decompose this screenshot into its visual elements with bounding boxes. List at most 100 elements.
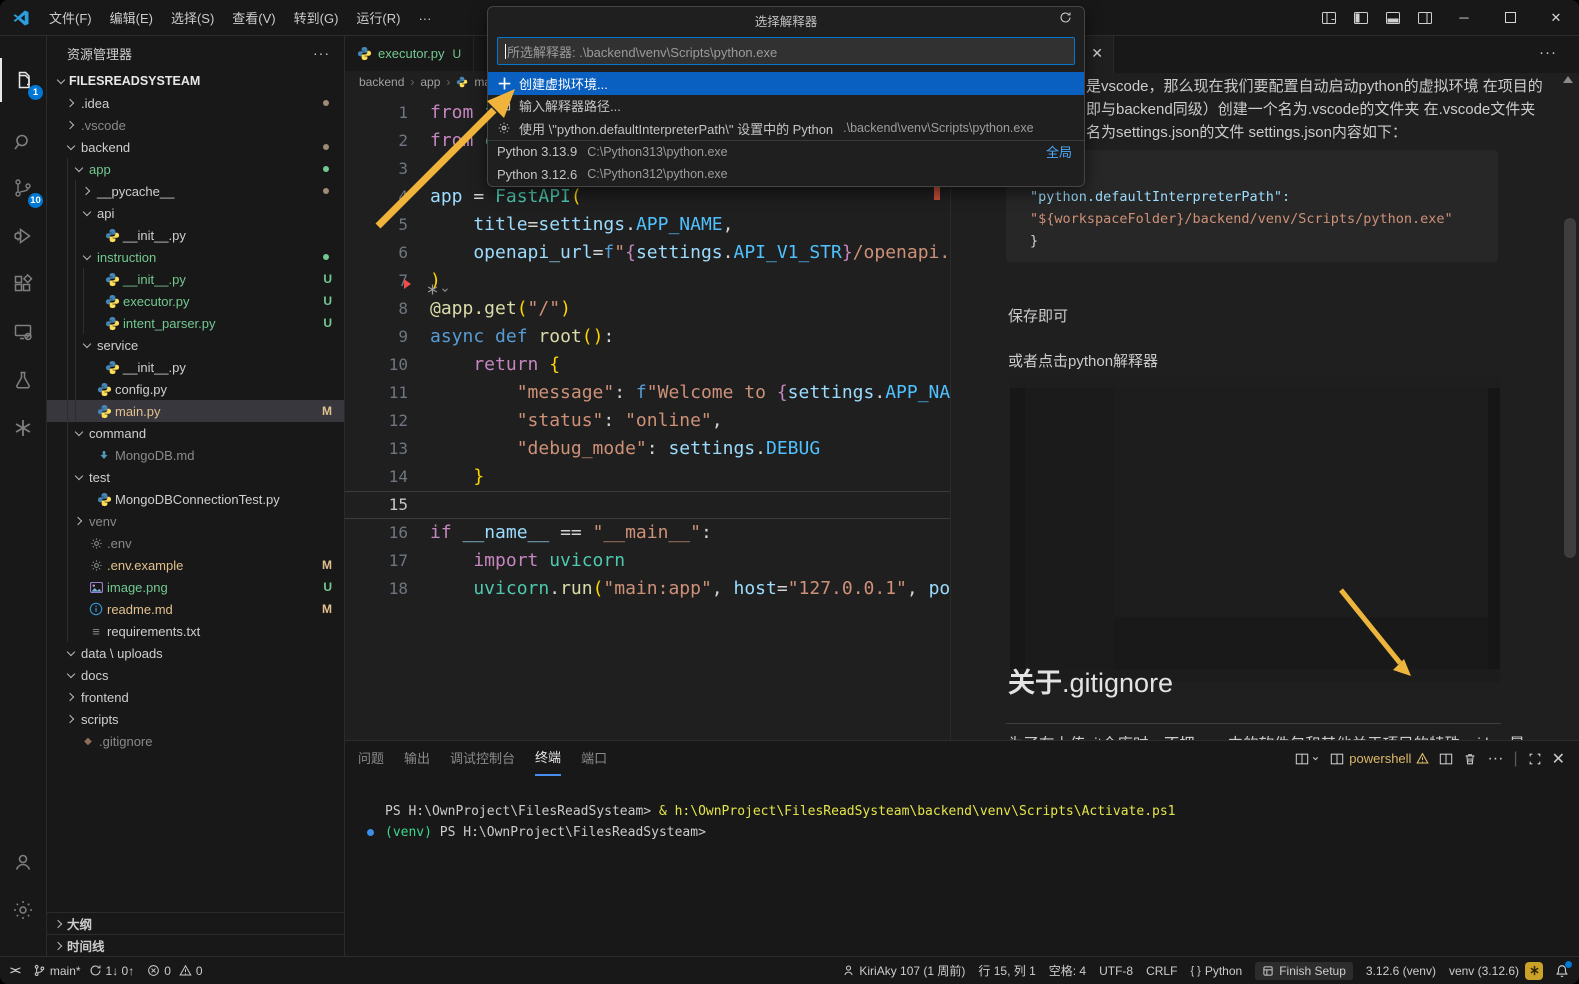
tree-item[interactable]: image.pngU [47,576,344,598]
code-line[interactable]: 9async def root(): [345,323,950,351]
tree-item[interactable]: command [47,422,344,444]
tree-item[interactable]: .vscode [47,114,344,136]
code-line[interactable]: 4app = FastAPI( [345,183,950,211]
encoding[interactable]: UTF-8 [1099,964,1133,978]
testing-icon[interactable] [0,358,46,402]
menu-item[interactable]: ··· [409,8,440,29]
tree-item[interactable]: backend [47,136,344,158]
tree-item[interactable]: docs [47,664,344,686]
outline-section[interactable]: 大纲 [47,912,344,934]
tree-item[interactable]: config.py [47,378,344,400]
quickpick-item[interactable]: Python 3.13.9C:\Python313\python.exe全局 [488,140,1084,164]
venv-indicator[interactable]: venv (3.12.6) [1449,964,1519,978]
tree-item[interactable]: test [47,466,344,488]
quickpick-item[interactable]: 使用 \"python.defaultInterpreterPath\" 设置中… [488,117,1084,140]
panel-tab-调试控制台[interactable]: 调试控制台 [450,742,515,775]
breadcrumb-item[interactable]: backend [359,75,404,89]
tree-item[interactable]: readme.mdM [47,598,344,620]
tree-item[interactable]: service [47,334,344,356]
run-debug-icon[interactable] [0,214,46,258]
remote-explorer-icon[interactable] [0,310,46,354]
quickpick-item[interactable]: ＋创建虚拟环境... [488,72,1084,95]
interpreter-search-input[interactable]: 所选解释器: .\backend\venv\Scripts\python.exe [497,37,1075,65]
extensions-icon[interactable] [0,262,46,306]
code-line[interactable]: 14 } [345,463,950,491]
close-button[interactable]: ✕ [1533,0,1579,36]
tree-item[interactable]: __init__.py [47,356,344,378]
kill-terminal-icon[interactable] [1463,752,1477,766]
code-line[interactable]: 12 "status": "online", [345,407,950,435]
editor-actions-more-icon[interactable]: ··· [1539,44,1557,61]
breadcrumb-item[interactable]: app [420,75,440,89]
quickpick-item[interactable]: Python 3.12.6C:\Python312\python.exe [488,163,1084,186]
code-line[interactable]: 13 "debug_mode": settings.DEBUG [345,435,950,463]
menu-item[interactable]: 文件(F) [40,8,101,29]
tree-item[interactable]: .env.exampleM [47,554,344,576]
problems-indicator[interactable]: 0 0 [147,964,202,978]
tree-item[interactable]: instruction [47,246,344,268]
language-mode[interactable]: { } Python [1190,964,1242,978]
code-editor[interactable]: 1from fastapi import FastAPI2from config… [345,93,950,740]
indentation[interactable]: 空格: 4 [1049,962,1086,979]
search-icon[interactable] [0,120,46,164]
menu-item[interactable]: 运行(R) [347,8,409,29]
toggle-sidebar-icon[interactable] [1345,6,1377,30]
code-line[interactable]: 17 import uvicorn [345,547,950,575]
python-interpreter[interactable]: 3.12.6 (venv) [1366,964,1436,978]
ai-assistant-icon[interactable] [1525,962,1543,980]
explorer-icon[interactable]: 1 [0,58,46,102]
menu-item[interactable]: 选择(S) [162,8,223,29]
tree-item[interactable]: ≡requirements.txt [47,620,344,642]
toggle-secondary-sidebar-icon[interactable] [1409,6,1441,30]
tab-executor-py[interactable]: executor.py U [345,36,474,71]
inline-ai-button[interactable] [425,282,450,297]
author-info[interactable]: KiriAky 107 (1 周前) [842,962,965,979]
tree-item[interactable]: __pycache__ [47,180,344,202]
accounts-icon[interactable] [0,840,46,884]
panel-tab-输出[interactable]: 输出 [404,742,430,775]
tree-item[interactable]: .idea [47,92,344,114]
code-line[interactable]: 6 openapi_url=f"{settings.API_V1_STR}/op… [345,239,950,267]
tree-item[interactable]: scripts [47,708,344,730]
tree-item[interactable]: main.pyM [47,400,344,422]
notifications-bell-icon[interactable] [1555,964,1569,978]
refresh-icon[interactable] [1059,11,1072,24]
panel-more-icon[interactable]: ··· [1487,750,1503,768]
eol-sequence[interactable]: CRLF [1146,964,1177,978]
launch-profile-icon[interactable] [1295,752,1320,766]
code-line[interactable]: 5 title=settings.APP_NAME, [345,211,950,239]
terminal-output[interactable]: PS H:\OwnProject\FilesReadSysteam> & h:\… [385,801,1176,843]
tree-item[interactable]: MongoDBConnectionTest.py [47,488,344,510]
code-line[interactable]: 18 uvicorn.run("main:app", host="127.0.0… [345,575,950,603]
preview-scrollbar[interactable] [1564,218,1576,558]
code-line[interactable]: 16if __name__ == "__main__": [345,519,950,547]
explorer-more-icon[interactable]: ··· [313,45,330,61]
maximize-button[interactable] [1487,0,1533,36]
tree-item[interactable]: data \ uploads [47,642,344,664]
settings-gear-icon[interactable] [0,888,46,932]
tree-item[interactable]: ◆.gitignore [47,730,344,752]
tree-item[interactable]: frontend [47,686,344,708]
tree-item[interactable]: venv [47,510,344,532]
timeline-section[interactable]: 时间线 [47,934,344,956]
maximize-panel-icon[interactable] [1528,752,1542,766]
branch-indicator[interactable]: main* 1↓ 0↑ [33,964,134,978]
panel-tab-端口[interactable]: 端口 [581,742,607,775]
finish-setup-button[interactable]: Finish Setup [1255,962,1353,980]
close-panel-icon[interactable]: ✕ [1552,749,1565,769]
menu-item[interactable]: 编辑(E) [101,8,162,29]
ai-extension-icon[interactable] [0,406,46,450]
tree-item[interactable]: __init__.pyU [47,268,344,290]
terminal-instance[interactable]: powershell [1330,751,1429,766]
tree-item[interactable]: app [47,158,344,180]
split-terminal-icon[interactable] [1439,752,1453,766]
tree-root[interactable]: FILESREADSYSTEAM [47,70,344,92]
toggle-panel-icon[interactable] [1377,6,1409,30]
code-line[interactable]: 10 return { [345,351,950,379]
menu-item[interactable]: 查看(V) [223,8,284,29]
tree-item[interactable]: api [47,202,344,224]
code-line[interactable]: 8@app.get("/") [345,295,950,323]
tree-item[interactable]: MongoDB.md [47,444,344,466]
close-tab-icon[interactable]: ✕ [1091,45,1103,62]
code-line[interactable]: 11 "message": f"Welcome to {settings.APP… [345,379,950,407]
